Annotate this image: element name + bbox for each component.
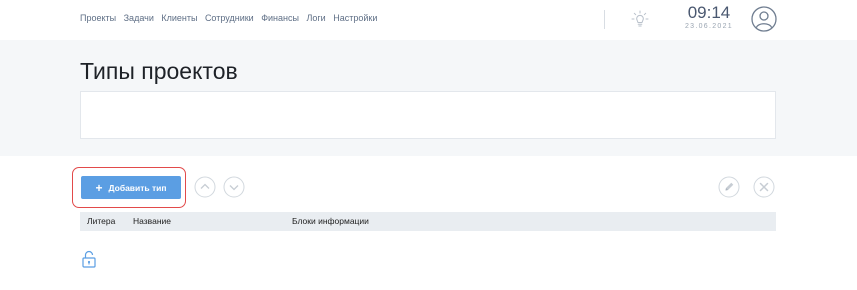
description-box <box>80 91 776 139</box>
lightbulb-icon[interactable] <box>631 10 649 28</box>
add-type-button-label: Добавить тип <box>108 182 167 193</box>
move-up-button[interactable] <box>194 176 216 198</box>
clock: 09:14 23.06.2021 <box>678 4 740 30</box>
unlock-icon[interactable] <box>82 250 96 268</box>
main-nav: Проекты Задачи Клиенты Сотрудники Финанс… <box>80 13 385 23</box>
nav-item-settings[interactable]: Настройки <box>333 13 377 23</box>
delete-button[interactable] <box>753 176 775 198</box>
plus-icon: + <box>95 180 103 195</box>
nav-item-projects[interactable]: Проекты <box>80 13 116 23</box>
column-header-name[interactable]: Название <box>133 216 171 226</box>
move-down-button[interactable] <box>223 176 245 198</box>
user-avatar-icon[interactable] <box>751 6 777 32</box>
clock-date: 23.06.2021 <box>684 23 734 30</box>
nav-item-clients[interactable]: Клиенты <box>161 13 197 23</box>
page-title: Типы проектов <box>80 58 238 84</box>
nav-item-tasks[interactable]: Задачи <box>124 13 154 23</box>
top-bar: Проекты Задачи Клиенты Сотрудники Финанс… <box>0 0 857 40</box>
header-divider <box>604 10 605 29</box>
column-header-letter[interactable]: Литера <box>87 216 115 226</box>
column-header-info-blocks[interactable]: Блоки информации <box>292 216 369 226</box>
clock-time: 09:14 <box>687 3 731 22</box>
nav-item-finance[interactable]: Финансы <box>261 13 299 23</box>
nav-item-logs[interactable]: Логи <box>306 13 325 23</box>
edit-button[interactable] <box>718 176 740 198</box>
nav-item-employees[interactable]: Сотрудники <box>205 13 254 23</box>
table-header: Литера Название Блоки информации <box>80 212 776 231</box>
add-type-button[interactable]: + Добавить тип <box>81 176 181 199</box>
